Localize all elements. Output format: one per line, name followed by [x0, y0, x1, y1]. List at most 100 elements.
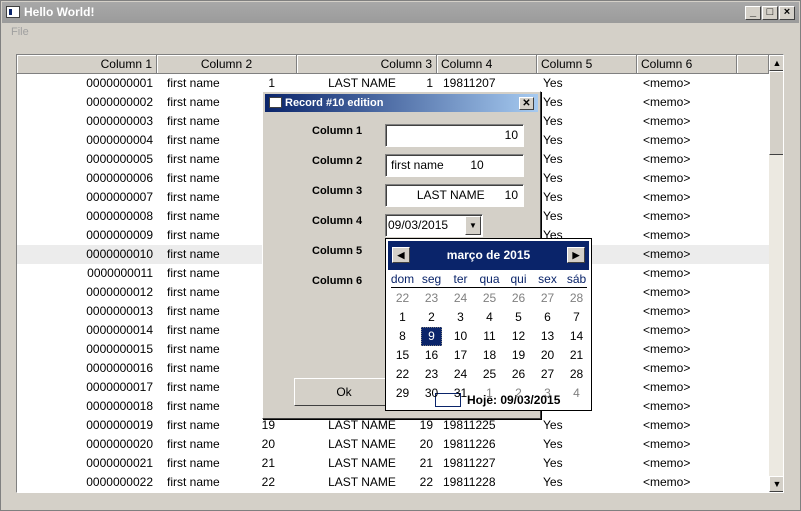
column-1-input[interactable]: 10 [385, 124, 524, 147]
calendar-day-number: 15 [395, 348, 410, 362]
dialog-title-bar[interactable]: Record #10 edition ✕ [265, 94, 538, 112]
calendar-day[interactable]: 27 [533, 289, 562, 308]
column-4-date-picker[interactable]: 09/03/2015 ▼ [385, 214, 483, 237]
calendar-day[interactable]: 14 [562, 327, 591, 346]
column-header-4[interactable]: Column 4 [437, 55, 537, 74]
calendar-day[interactable]: 2 [417, 308, 446, 327]
cell-column-6: <memo> [643, 304, 691, 318]
calendar-day[interactable]: 21 [562, 346, 591, 365]
calendar-day-selected[interactable]: 9 [417, 327, 446, 346]
calendar-day[interactable]: 10 [446, 327, 475, 346]
calendar-day-number: 29 [395, 386, 410, 400]
cell-column-6: <memo> [643, 456, 691, 470]
cell-first-name: first name [167, 95, 220, 109]
scroll-down-icon[interactable]: ▼ [769, 476, 783, 492]
calendar-day[interactable]: 13 [533, 327, 562, 346]
calendar-day[interactable]: 22 [388, 289, 417, 308]
label-column-5: Column 5 [312, 245, 363, 257]
dialog-close-button[interactable]: ✕ [519, 97, 534, 110]
minimize-button[interactable]: _ [745, 6, 761, 20]
calendar-day[interactable]: 11 [475, 327, 504, 346]
label-column-4: Column 4 [312, 215, 363, 227]
prev-month-icon[interactable]: ◀ [392, 247, 410, 263]
calendar-day[interactable]: 16 [417, 346, 446, 365]
calendar-day[interactable]: 28 [562, 365, 591, 384]
ok-button[interactable]: Ok [294, 378, 394, 406]
calendar-day[interactable]: 4 [475, 308, 504, 327]
calendar-day[interactable]: 26 [504, 289, 533, 308]
calendar-month-label[interactable]: março de 2015 [447, 248, 530, 262]
title-bar[interactable]: Hello World! _ □ × [2, 2, 799, 23]
column-header-6[interactable]: Column 6 [637, 55, 737, 74]
calendar-day-number: 3 [544, 386, 551, 400]
close-button[interactable]: × [779, 6, 795, 20]
dropdown-arrow-icon[interactable]: ▼ [465, 216, 481, 235]
calendar-day[interactable]: 8 [388, 327, 417, 346]
calendar-day[interactable]: 22 [388, 365, 417, 384]
table-row[interactable]: 0000000021 first name 21 LAST NAME 21 1981122… [17, 454, 769, 473]
scroll-thumb[interactable] [769, 71, 783, 155]
column-3-input[interactable]: LAST NAME 10 [385, 184, 524, 207]
calendar-day[interactable]: 25 [475, 365, 504, 384]
label-column-1: Column 1 [312, 125, 363, 137]
cell-first-name: first name [167, 380, 220, 394]
calendar-day[interactable]: 27 [533, 365, 562, 384]
column-header-2[interactable]: Column 2 [157, 55, 297, 74]
calendar-day[interactable]: 23 [417, 365, 446, 384]
calendar-day[interactable]: 3 [446, 308, 475, 327]
calendar-day-number: 27 [540, 291, 555, 305]
cell-last-name: LAST NAME [328, 456, 396, 470]
cell-column-1: 0000000008 [86, 209, 153, 223]
calendar-day[interactable]: 29 [388, 384, 417, 403]
calendar-day[interactable]: 3 [533, 384, 562, 403]
calendar-day-number: 24 [453, 291, 468, 305]
grid-header: Column 1 Column 2 Column 3 Column 4 Column 5… [17, 55, 769, 74]
calendar-day[interactable]: 1 [475, 384, 504, 403]
calendar-day[interactable]: 24 [446, 289, 475, 308]
calendar-day[interactable]: 12 [504, 327, 533, 346]
calendar-day[interactable]: 5 [504, 308, 533, 327]
calendar-day[interactable]: 26 [504, 365, 533, 384]
cell-column-5: Yes [543, 437, 563, 451]
cell-column-6: <memo> [643, 418, 691, 432]
cell-last-num: 21 [419, 456, 433, 470]
column-2-input[interactable]: first name 10 [385, 154, 524, 177]
calendar-day[interactable]: 25 [475, 289, 504, 308]
calendar-day[interactable]: 18 [475, 346, 504, 365]
app-icon [6, 6, 20, 18]
calendar-day-number: 23 [424, 367, 439, 381]
table-row[interactable]: 0000000020 first name 20 LAST NAME 20 1981122… [17, 435, 769, 454]
main-window: Hello World! _ □ × File Column 1 Column 2… [0, 0, 801, 511]
calendar-day[interactable]: 7 [562, 308, 591, 327]
calendar-day[interactable]: 17 [446, 346, 475, 365]
column-header-3[interactable]: Column 3 [297, 55, 437, 74]
calendar-day[interactable]: 1 [388, 308, 417, 327]
calendar-day[interactable]: 28 [562, 289, 591, 308]
menu-file[interactable]: File [11, 26, 29, 38]
vertical-scrollbar[interactable]: ▲ ▼ [769, 55, 783, 492]
column-header-5[interactable]: Column 5 [537, 55, 637, 74]
next-month-icon[interactable]: ▶ [567, 247, 585, 263]
calendar-day[interactable]: 19 [504, 346, 533, 365]
table-row[interactable]: 0000000022 first name 22 LAST NAME 22 1981122… [17, 473, 769, 492]
cell-first-name: first name [167, 190, 220, 204]
cell-column-6: <memo> [643, 361, 691, 375]
calendar-day[interactable]: 15 [388, 346, 417, 365]
cell-first-num: 21 [261, 456, 275, 470]
calendar-day[interactable]: 24 [446, 365, 475, 384]
calendar-day[interactable]: 4 [562, 384, 591, 403]
calendar-day[interactable]: 23 [417, 289, 446, 308]
calendar-day[interactable]: 31 [446, 384, 475, 403]
column-header-1[interactable]: Column 1 [17, 55, 157, 74]
calendar-day[interactable]: 2 [504, 384, 533, 403]
maximize-button[interactable]: □ [762, 6, 778, 20]
weekday-label: ter [453, 272, 468, 286]
calendar-day[interactable]: 20 [533, 346, 562, 365]
calendar-day[interactable]: 6 [533, 308, 562, 327]
cell-column-1: 0000000010 [86, 247, 153, 261]
cell-column-1: 0000000014 [86, 323, 153, 337]
scroll-up-icon[interactable]: ▲ [769, 55, 783, 71]
cell-column-1: 0000000018 [86, 399, 153, 413]
calendar-day[interactable]: 30 [417, 384, 446, 403]
cell-column-1: 0000000006 [86, 171, 153, 185]
